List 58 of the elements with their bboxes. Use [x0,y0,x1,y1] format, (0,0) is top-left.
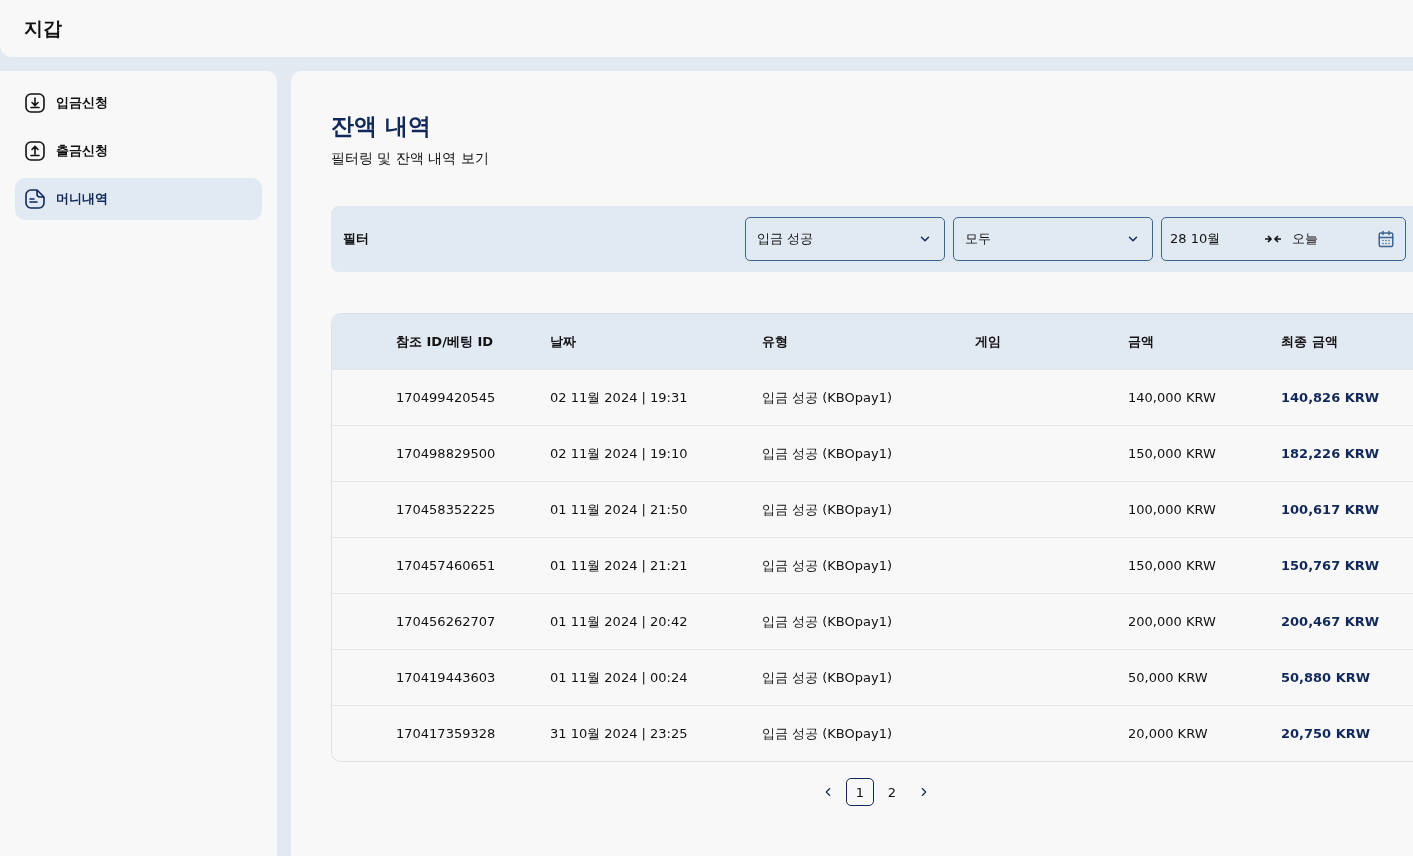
page-button[interactable]: 1 [846,778,874,806]
table-cell-text: 31 10월 2024 | 23:25 [550,724,689,743]
table-cell-text: 입금 성공 (KBOpay1) [762,668,894,687]
table-cell-text: 140,000 KRW [1128,390,1217,405]
table-cell-text: 입금 성공 (KBOpay1) [762,388,894,407]
column-header: 날짜 [550,332,577,351]
table-cell-text: 01 11월 2024 | 21:50 [550,500,689,519]
dropdown-field[interactable]: 모두 [953,217,1153,261]
table-cell-text: 01 11월 2024 | 20:42 [550,612,689,631]
table-cell-text: 170498829500 [396,446,497,461]
arrows-inward-icon [1264,234,1282,244]
table-cell-text: 20,750 KRW [1281,726,1372,741]
table-cell-text: 02 11월 2024 | 19:10 [550,444,689,463]
table-cell-text: 182,226 KRW [1281,446,1381,461]
table-cell-text: 170499420545 [396,390,497,405]
dropdown-field[interactable]: 입금 성공 [745,217,945,261]
column-header: 유형 [762,332,789,351]
sidebar-item[interactable]: 출금신청 [15,130,262,172]
table-cell-text: 50,000 KRW [1128,670,1209,685]
column-header: 최종 금액 [1281,332,1339,351]
table-cell-text: 입금 성공 (KBOpay1) [762,500,894,519]
table-cell-text: 170456262707 [396,614,497,629]
page-button[interactable]: 2 [878,778,906,806]
table-cell-text: 20,000 KRW [1128,726,1209,741]
sidebar-item[interactable]: 입금신청 [15,82,262,124]
table-cell-text: 170458352225 [396,502,497,517]
table-cell-text: 입금 성공 (KBOpay1) [762,724,894,743]
table-cell-text: 입금 성공 (KBOpay1) [762,444,894,463]
filter-label: 필터 [343,230,370,248]
table-cell-text: 170417359328 [396,726,497,741]
table-cell-text: 입금 성공 (KBOpay1) [762,556,894,575]
table-cell-text: 150,000 KRW [1128,558,1217,573]
download-icon [24,92,46,114]
column-header: 게임 [975,332,1002,351]
table-cell-text: 02 11월 2024 | 19:31 [550,388,689,407]
calendar-icon [1377,230,1395,248]
document-icon [24,188,46,210]
upload-icon [24,140,46,162]
table-cell-text: 01 11월 2024 | 21:21 [550,556,689,575]
date-range-field[interactable]: 28 10월 오늘 [1161,217,1406,261]
table-cell-text: 140,826 KRW [1281,390,1381,405]
table-cell-text: 170457460651 [396,558,497,573]
column-header: 참조 ID/베팅 ID [396,332,495,351]
page-title: 잔액 내역 [331,112,432,141]
table-cell-text: 150,000 KRW [1128,446,1217,461]
app-title: 지갑 [24,15,62,41]
column-header: 금액 [1128,332,1155,351]
table-cell-text: 150,767 KRW [1281,558,1381,573]
page-subtitle: 필터링 및 잔액 내역 보기 [331,150,490,168]
table-cell-text: 100,617 KRW [1281,502,1381,517]
table-cell-text: 입금 성공 (KBOpay1) [762,612,894,631]
table-cell-text: 200,467 KRW [1281,614,1381,629]
sidebar-item[interactable]: 머니내역 [15,178,262,220]
table-cell-text: 170419443603 [396,670,497,685]
table-cell-text: 01 11월 2024 | 00:24 [550,668,689,687]
table-cell-text: 200,000 KRW [1128,614,1217,629]
table-cell-text: 50,880 KRW [1281,670,1372,685]
table-cell-text: 100,000 KRW [1128,502,1217,517]
